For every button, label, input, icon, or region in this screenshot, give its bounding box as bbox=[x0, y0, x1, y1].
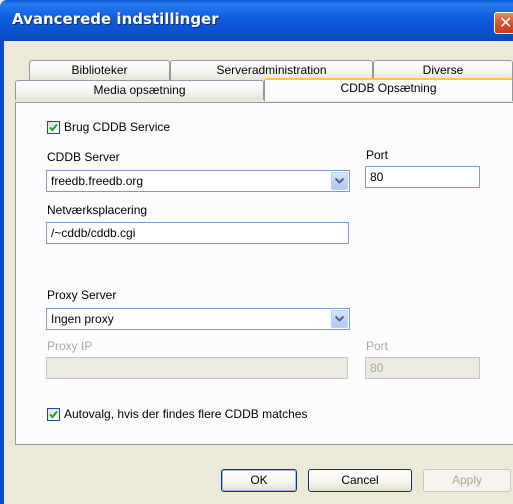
cddb-port-label: Port bbox=[366, 148, 389, 162]
network-location-field[interactable]: /~cddb/cddb.cgi bbox=[46, 222, 349, 244]
checkmark-icon bbox=[49, 123, 58, 132]
dropdown-arrow[interactable] bbox=[331, 310, 348, 328]
tab-serveradministration[interactable]: Serveradministration bbox=[170, 60, 373, 80]
use-cddb-checkbox[interactable] bbox=[47, 121, 60, 134]
tab-label: CDDB Opsætning bbox=[340, 81, 437, 95]
checkmark-icon bbox=[49, 410, 58, 419]
tab-biblioteker[interactable]: Biblioteker bbox=[29, 60, 170, 80]
proxy-ip-field[interactable] bbox=[46, 357, 348, 379]
close-icon: ✕ bbox=[499, 13, 513, 32]
cddb-server-dropdown[interactable]: freedb.freedb.org bbox=[46, 170, 350, 192]
tab-cddb-opsaetning[interactable]: CDDB Opsætning bbox=[264, 78, 513, 101]
proxy-server-value: Ingen proxy bbox=[51, 312, 114, 326]
window-border bbox=[0, 41, 4, 504]
tab-media-opsaetning[interactable]: Media opsætning bbox=[15, 80, 264, 100]
tab-label: Media opsætning bbox=[93, 83, 186, 97]
autoselect-label: Autovalg, hvis der findes flere CDDB mat… bbox=[64, 407, 308, 421]
apply-button[interactable]: Apply bbox=[423, 469, 511, 492]
chevron-down-icon bbox=[335, 316, 344, 322]
proxy-ip-label: Proxy IP bbox=[47, 339, 93, 353]
tab-label: Serveradministration bbox=[216, 63, 327, 77]
tab-label: Biblioteker bbox=[71, 63, 128, 77]
chevron-down-icon bbox=[335, 178, 344, 184]
cddb-port-field[interactable]: 80 bbox=[365, 166, 480, 188]
cddb-server-value: freedb.freedb.org bbox=[51, 174, 144, 188]
network-location-label: Netværksplacering bbox=[47, 203, 148, 217]
use-cddb-label: Brug CDDB Service bbox=[64, 120, 171, 134]
cddb-server-label: CDDB Server bbox=[47, 150, 120, 164]
close-button[interactable]: ✕ bbox=[494, 12, 513, 34]
autoselect-checkbox[interactable] bbox=[47, 408, 60, 421]
window-title: Avancerede indstillinger bbox=[12, 10, 219, 28]
ok-button[interactable]: OK bbox=[221, 469, 297, 492]
tab-label: Diverse bbox=[422, 63, 464, 77]
tab-diverse[interactable]: Diverse bbox=[373, 60, 513, 80]
dropdown-arrow[interactable] bbox=[331, 172, 348, 190]
cancel-button[interactable]: Cancel bbox=[308, 469, 412, 492]
proxy-port-label: Port bbox=[366, 339, 389, 353]
proxy-server-dropdown[interactable]: Ingen proxy bbox=[46, 308, 350, 330]
proxy-server-label: Proxy Server bbox=[47, 288, 117, 302]
proxy-port-field[interactable]: 80 bbox=[365, 357, 480, 379]
title-bar[interactable]: Avancerede indstillinger ✕ bbox=[0, 0, 513, 41]
